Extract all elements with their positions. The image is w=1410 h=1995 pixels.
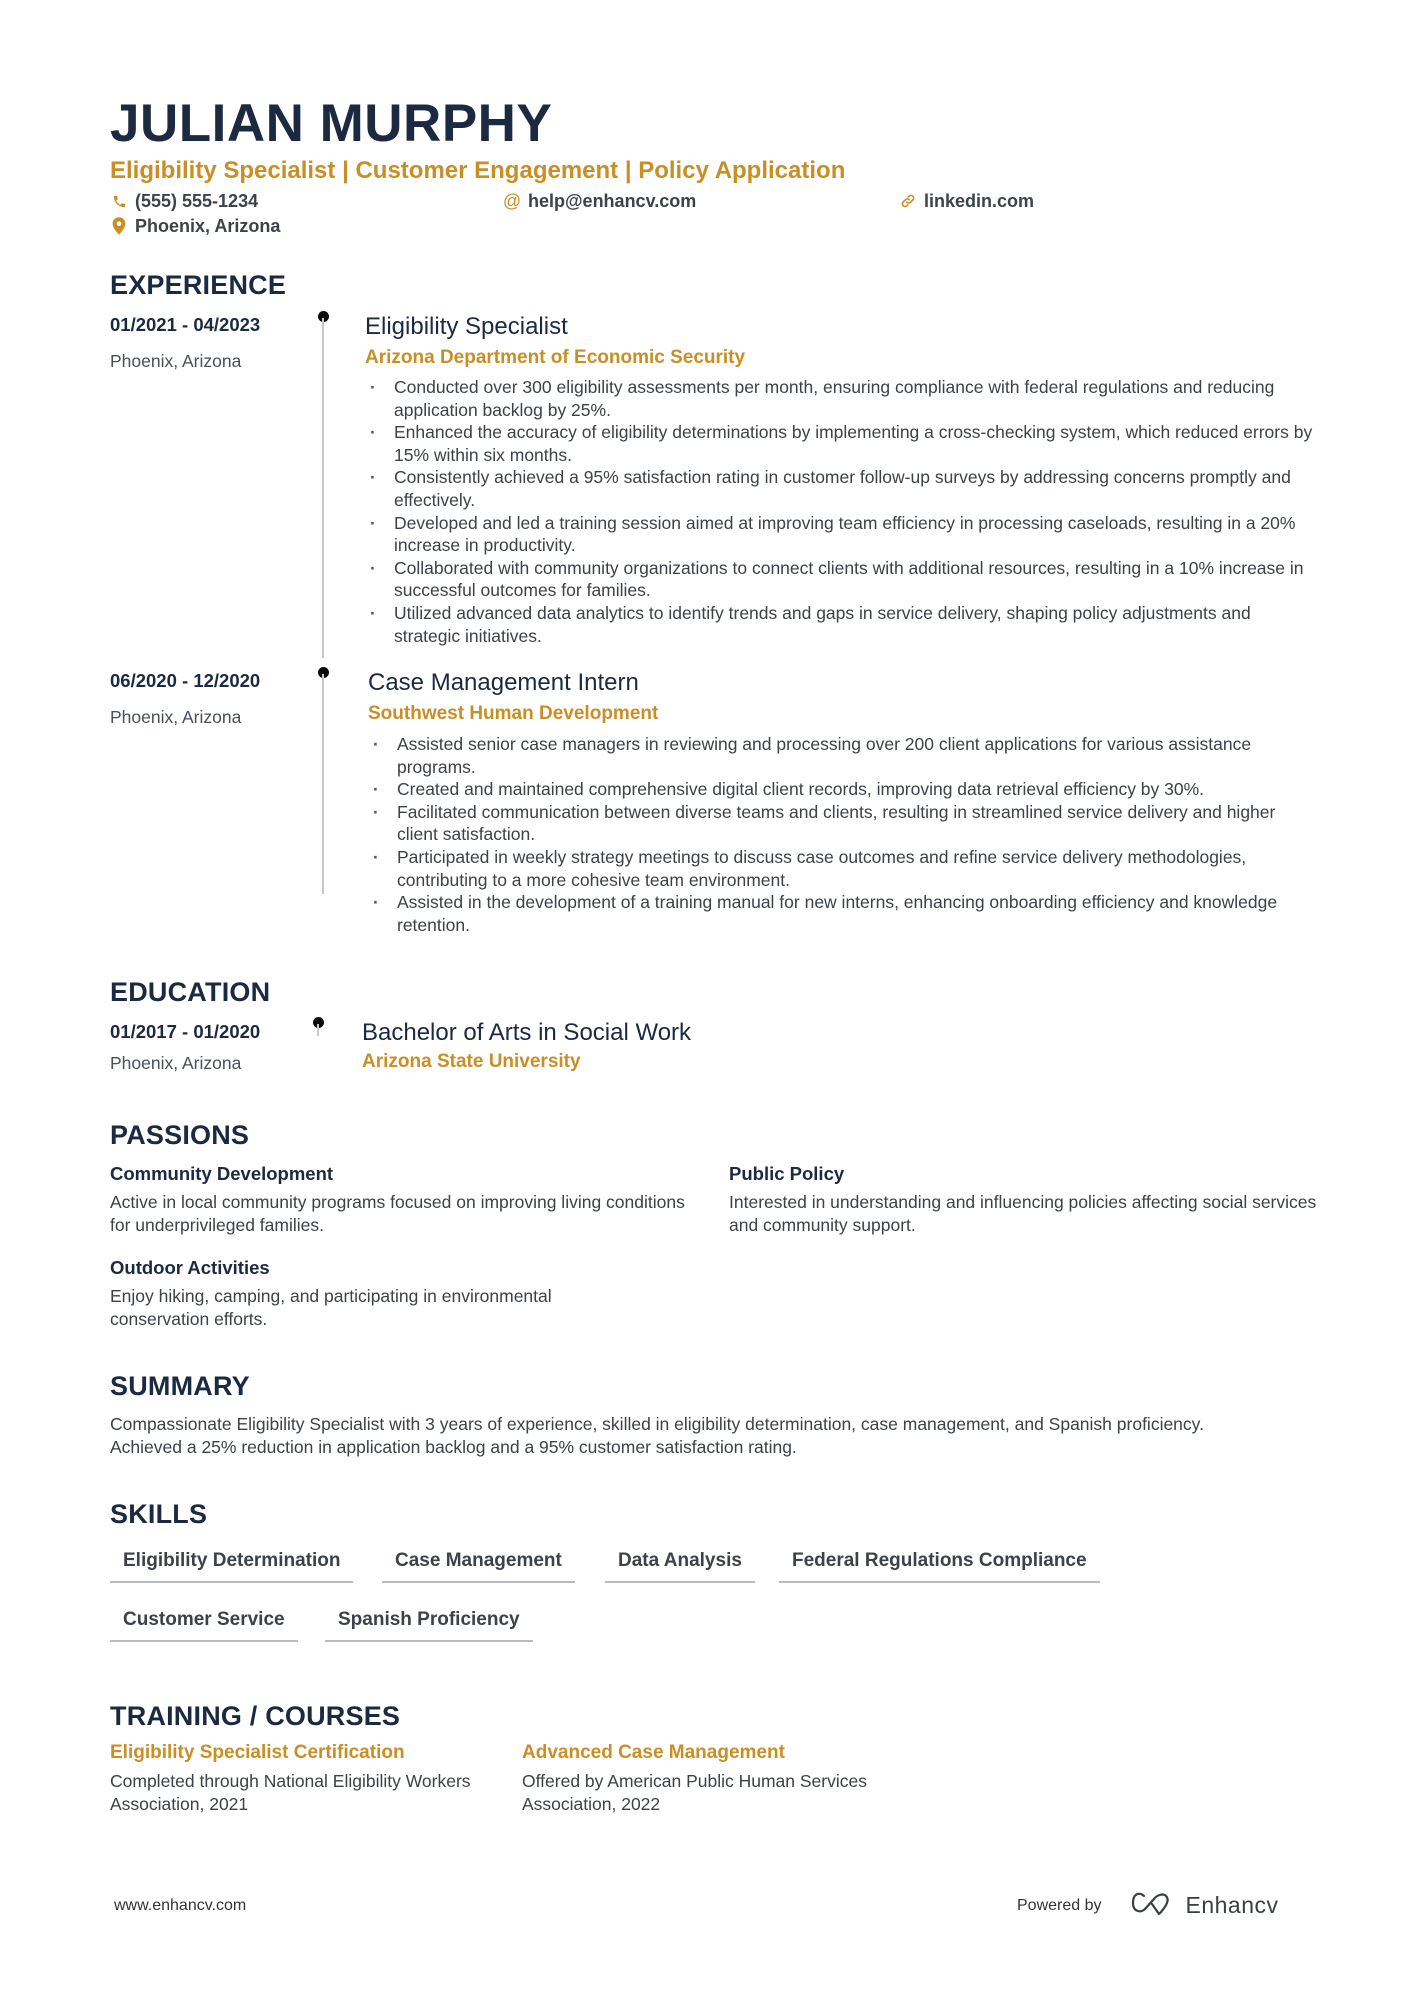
experience-location: Phoenix, Arizona xyxy=(110,707,242,727)
skill-tag: Spanish Proficiency xyxy=(325,1608,533,1642)
experience-bullets: Assisted senior case managers in reviewi… xyxy=(369,733,1319,936)
summary-heading: SUMMARY xyxy=(110,1371,250,1401)
skill-tag: Data Analysis xyxy=(605,1549,755,1583)
timeline-line xyxy=(322,318,324,658)
skill-tag: Eligibility Determination xyxy=(110,1549,354,1583)
passion-description: Interested in understanding and influenc… xyxy=(729,1192,1317,1235)
phone-icon xyxy=(110,192,128,210)
experience-bullets: Conducted over 300 eligibility assessmen… xyxy=(366,376,1316,647)
location-text: Phoenix, Arizona xyxy=(135,216,281,236)
timeline-line xyxy=(322,674,324,894)
powered-by-label: Powered by xyxy=(1017,1896,1102,1914)
brand-name: Enhancv xyxy=(1185,1892,1279,1918)
experience-company: Arizona Department of Economic Security xyxy=(365,347,746,368)
bullet-item: Consistently achieved a 95% satisfaction… xyxy=(366,466,1316,511)
bullet-item: Utilized advanced data analytics to iden… xyxy=(366,602,1316,647)
contact-linkedin[interactable]: linkedin.com xyxy=(899,190,1034,212)
education-heading: EDUCATION xyxy=(110,977,271,1007)
experience-location: Phoenix, Arizona xyxy=(110,351,242,371)
contact-email[interactable]: @ help@enhancv.com xyxy=(503,190,696,212)
training-title: Eligibility Specialist Certification xyxy=(110,1742,405,1763)
education-location: Phoenix, Arizona xyxy=(110,1053,242,1073)
footer-branding[interactable]: Powered by Enhancv xyxy=(1017,1890,1279,1921)
passion-description: Enjoy hiking, camping, and participating… xyxy=(110,1286,552,1329)
passion-title: Public Policy xyxy=(729,1163,845,1184)
bullet-item: Assisted in the development of a trainin… xyxy=(369,891,1319,936)
skill-tag: Federal Regulations Compliance xyxy=(779,1549,1100,1583)
passion-item: Community Development Active in local co… xyxy=(110,1162,690,1236)
passion-description: Active in local community programs focus… xyxy=(110,1192,685,1235)
bullet-item: Enhanced the accuracy of eligibility det… xyxy=(366,421,1316,466)
bullet-item: Facilitated communication between divers… xyxy=(369,801,1319,846)
summary-text: Compassionate Eligibility Specialist wit… xyxy=(110,1414,1204,1457)
education-dates: 01/2017 - 01/2020 xyxy=(110,1021,261,1042)
passions-heading: PASSIONS xyxy=(110,1120,250,1150)
bullet-item: Conducted over 300 eligibility assessmen… xyxy=(366,376,1316,421)
contact-phone[interactable]: (555) 555-1234 xyxy=(110,190,258,212)
experience-heading: EXPERIENCE xyxy=(110,270,287,300)
passion-item: Public Policy Interested in understandin… xyxy=(729,1162,1329,1236)
at-icon: @ xyxy=(502,191,522,211)
map-pin-icon xyxy=(110,217,128,235)
bullet-item: Created and maintained comprehensive dig… xyxy=(369,778,1319,801)
training-description: Completed through National Eligibility W… xyxy=(110,1771,471,1814)
passion-item: Outdoor Activities Enjoy hiking, camping… xyxy=(110,1256,630,1330)
candidate-headline: Eligibility Specialist | Customer Engage… xyxy=(110,157,846,184)
contact-location: Phoenix, Arizona xyxy=(110,215,280,237)
training-item: Eligibility Specialist Certification Com… xyxy=(110,1741,490,1815)
training-description: Offered by American Public Human Service… xyxy=(522,1771,867,1814)
education-school: Arizona State University xyxy=(362,1051,581,1072)
training-heading: TRAINING / COURSES xyxy=(110,1701,401,1731)
footer-website-link[interactable]: www.enhancv.com xyxy=(114,1896,246,1916)
link-icon xyxy=(899,192,917,210)
skill-tag: Case Management xyxy=(382,1549,575,1583)
bullet-item: Assisted senior case managers in reviewi… xyxy=(369,733,1319,778)
skills-heading: SKILLS xyxy=(110,1499,208,1529)
passion-title: Outdoor Activities xyxy=(110,1257,270,1278)
experience-dates: 06/2020 - 12/2020 xyxy=(110,670,261,691)
experience-role: Eligibility Specialist xyxy=(365,313,568,340)
candidate-name: JULIAN MURPHY xyxy=(110,94,553,153)
skill-tag: Customer Service xyxy=(110,1608,298,1642)
bullet-item: Participated in weekly strategy meetings… xyxy=(369,846,1319,891)
experience-dates: 01/2021 - 04/2023 xyxy=(110,314,261,335)
experience-company: Southwest Human Development xyxy=(368,703,659,724)
education-degree: Bachelor of Arts in Social Work xyxy=(362,1019,692,1046)
enhancv-logo-icon xyxy=(1130,1890,1176,1921)
phone-text: (555) 555-1234 xyxy=(135,191,259,211)
bullet-item: Collaborated with community organization… xyxy=(366,557,1316,602)
timeline-line xyxy=(317,1024,319,1036)
linkedin-text: linkedin.com xyxy=(924,191,1035,211)
experience-role: Case Management Intern xyxy=(368,669,639,696)
bullet-item: Developed and led a training session aim… xyxy=(366,512,1316,557)
training-title: Advanced Case Management xyxy=(522,1742,785,1763)
email-text: help@enhancv.com xyxy=(528,191,697,211)
passion-title: Community Development xyxy=(110,1163,334,1184)
resume-page: JULIAN MURPHY Eligibility Specialist | C… xyxy=(0,0,1410,1995)
training-item: Advanced Case Management Offered by Amer… xyxy=(522,1741,882,1815)
